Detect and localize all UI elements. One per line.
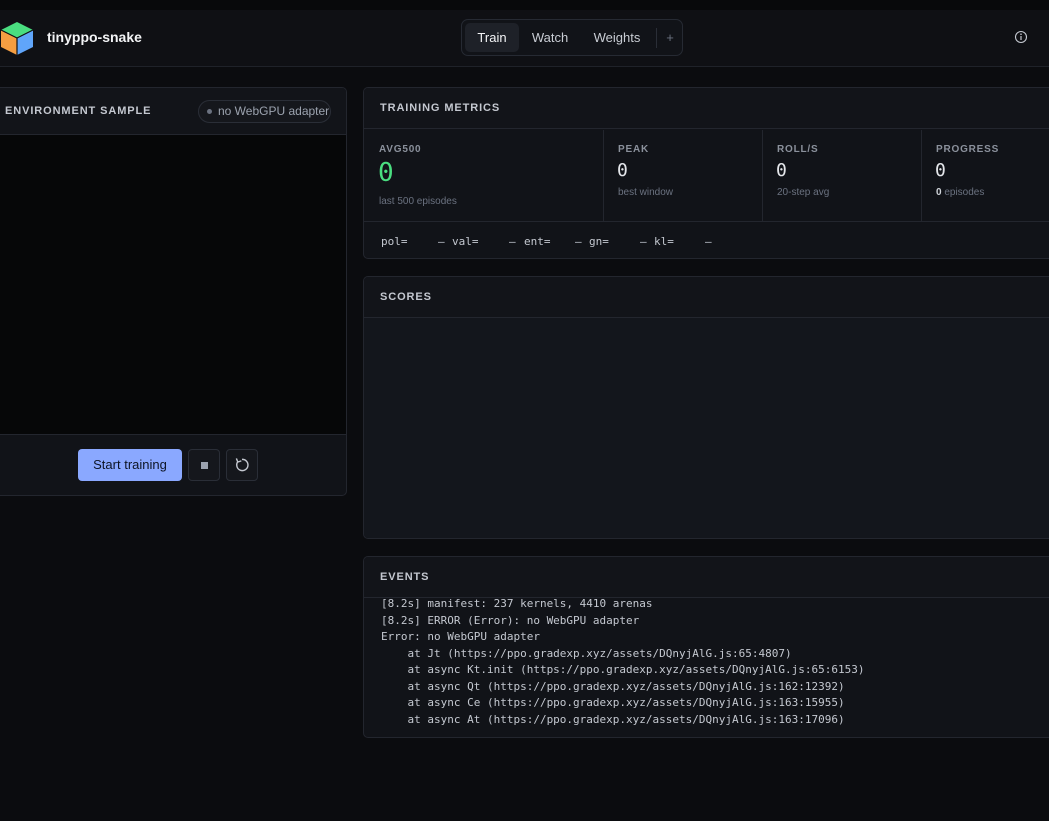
- metrics-panel-title: TRAINING METRICS: [380, 102, 501, 114]
- environment-panel: ENVIRONMENT SAMPLE no WebGPU adapter Sta…: [0, 87, 347, 496]
- metric-peak-sub: best window: [618, 187, 674, 198]
- reset-icon: [235, 458, 249, 472]
- metric-peak-label: PEAK: [618, 144, 649, 155]
- scores-panel: SCORES: [363, 276, 1049, 539]
- metric-roll-sub: 20-step avg: [777, 187, 830, 198]
- metric-progress-value: 0: [935, 160, 946, 181]
- metrics-panel-header: TRAINING METRICS: [364, 88, 1049, 129]
- app-header: tinyppo-snake Train Watch Weights +: [0, 10, 1049, 67]
- log-line: at Jt (https://ppo.gradexp.xyz/assets/DQ…: [381, 646, 792, 660]
- metric-roll-label: ROLL/S: [777, 144, 819, 155]
- events-log[interactable]: [8.2s] manifest: 237 kernels, 4410 arena…: [381, 596, 1049, 728]
- metric-progress-sub: 0 episodes: [936, 187, 984, 198]
- top-strip: [0, 0, 1049, 10]
- metric-roll-value: 0: [776, 160, 787, 181]
- cube-logo-icon: [0, 22, 34, 55]
- log-line: Error: no WebGPU adapter: [381, 630, 540, 643]
- adapter-status-text: no WebGPU adapter: [218, 104, 330, 118]
- log-line: at async Ce (https://ppo.gradexp.xyz/ass…: [381, 696, 845, 709]
- environment-panel-header: ENVIRONMENT SAMPLE no WebGPU adapter: [0, 88, 346, 135]
- stat-pol-value: —: [438, 235, 445, 248]
- reset-button[interactable]: [226, 449, 258, 481]
- environment-canvas: [0, 135, 346, 435]
- training-metrics-panel: TRAINING METRICS AVG500 0 last 500 episo…: [363, 87, 1049, 259]
- metric-progress: PROGRESS 0 0 episodes: [921, 130, 1049, 221]
- episode-unit: episodes: [941, 187, 985, 198]
- view-tabs: Train Watch Weights +: [461, 19, 683, 56]
- metric-avg500: AVG500 0 last 500 episodes: [364, 130, 604, 221]
- tab-watch[interactable]: Watch: [523, 23, 577, 52]
- start-training-button[interactable]: Start training: [78, 449, 182, 481]
- add-tab-button[interactable]: +: [662, 23, 678, 52]
- log-line: [8.2s] ERROR (Error): no WebGPU adapter: [381, 613, 640, 627]
- tab-divider: [656, 28, 657, 48]
- log-line: at async At (https://ppo.gradexp.xyz/ass…: [381, 712, 845, 726]
- metric-roll: ROLL/S 0 20-step avg: [762, 130, 922, 221]
- log-line: [8.2s] manifest: 237 kernels, 4410 arena…: [381, 597, 653, 610]
- metric-peak-value: 0: [617, 160, 628, 181]
- metric-avg500-label: AVG500: [379, 144, 422, 155]
- stat-pol-key: pol=: [381, 235, 408, 248]
- metric-progress-label: PROGRESS: [936, 144, 1000, 155]
- stop-icon: [201, 462, 208, 469]
- stat-val-key: val=: [452, 235, 479, 248]
- stat-gn-value: —: [640, 235, 647, 248]
- adapter-status-badge: no WebGPU adapter: [198, 100, 331, 123]
- scores-panel-title: SCORES: [380, 291, 432, 303]
- status-dot-icon: [207, 109, 212, 114]
- stat-ent-key: ent=: [524, 235, 551, 248]
- metric-avg500-sub: last 500 episodes: [379, 196, 457, 207]
- stat-kl-key: kl=: [654, 235, 674, 248]
- environment-panel-title: ENVIRONMENT SAMPLE: [5, 105, 152, 117]
- tab-train[interactable]: Train: [465, 23, 519, 52]
- app-title: tinyppo-snake: [47, 29, 142, 45]
- stat-kl-value: —: [705, 235, 712, 248]
- events-panel-header: EVENTS: [364, 557, 1049, 598]
- stop-button[interactable]: [188, 449, 220, 481]
- stat-val-value: —: [509, 235, 516, 248]
- info-icon[interactable]: [1014, 30, 1028, 44]
- events-panel: EVENTS [8.2s] manifest: 237 kernels, 441…: [363, 556, 1049, 738]
- metric-avg500-value: 0: [378, 158, 394, 188]
- events-panel-title: EVENTS: [380, 571, 430, 583]
- tab-weights[interactable]: Weights: [583, 23, 651, 52]
- loss-stats-row: pol= — val= — ent= — gn= — kl= —: [364, 221, 1049, 258]
- metric-peak: PEAK 0 best window: [603, 130, 763, 221]
- scores-chart-area: [364, 318, 1049, 538]
- log-line: at async Qt (https://ppo.gradexp.xyz/ass…: [381, 679, 845, 693]
- scores-panel-header: SCORES: [364, 277, 1049, 318]
- stat-ent-value: —: [575, 235, 582, 248]
- log-line: at async Kt.init (https://ppo.gradexp.xy…: [381, 663, 865, 676]
- stat-gn-key: gn=: [589, 235, 609, 248]
